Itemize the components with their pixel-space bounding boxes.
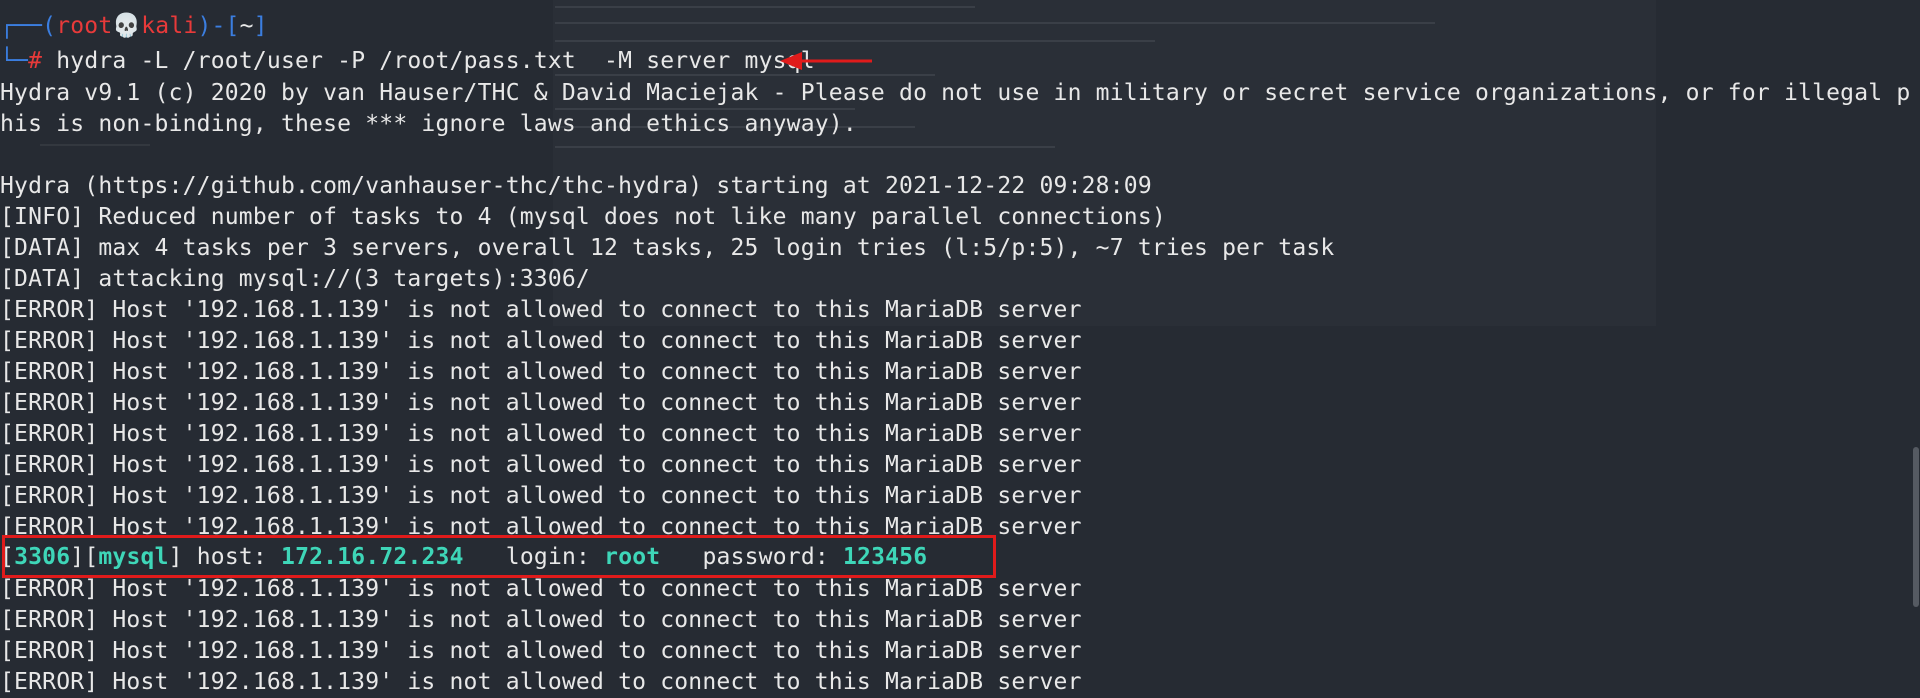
prompt-line-top: ┌──(root💀kali)-[~] (0, 11, 268, 42)
error-line: [ERROR] Host '192.168.1.139' is not allo… (0, 328, 1082, 354)
error-line: [ERROR] Host '192.168.1.139' is not allo… (0, 359, 1082, 385)
error-line: [ERROR] Host '192.168.1.139' is not allo… (0, 421, 1082, 447)
prompt-frame: ] (253, 13, 268, 39)
error-line: [ERROR] Host '192.168.1.139' is not allo… (0, 297, 1082, 323)
error-line: [ERROR] Host '192.168.1.139' is not allo… (0, 514, 1082, 536)
ghost-text-line (555, 146, 1055, 148)
error-line: [ERROR] Host '192.168.1.139' is not allo… (0, 483, 1082, 509)
banner-line: Hydra v9.1 (c) 2020 by van Hauser/THC & … (0, 80, 1920, 106)
start-line: Hydra (https://github.com/vanhauser-thc/… (0, 173, 1152, 199)
error-line: [ERROR] Host '192.168.1.139' is not allo… (0, 638, 1082, 664)
prompt-frame: └─ (0, 48, 29, 74)
info-line: [INFO] Reduced number of tasks to 4 (mys… (0, 204, 1166, 230)
data-line: [DATA] attacking mysql://(3 targets):330… (0, 266, 590, 292)
prompt-dir: ~ (239, 13, 254, 39)
terminal-window[interactable]: ┌──(root💀kali)-[~] └─# hydra -L /root/us… (0, 0, 1920, 698)
annotation-arrow-icon (780, 52, 872, 70)
error-line: [ERROR] Host '192.168.1.139' is not allo… (0, 576, 1082, 602)
command-line[interactable]: └─# hydra -L /root/user -P /root/pass.tx… (0, 46, 815, 77)
scrollbar-thumb[interactable] (1913, 447, 1919, 607)
error-line: [ERROR] Host '192.168.1.139' is not allo… (0, 607, 1082, 633)
skull-icon: 💀 (112, 13, 142, 39)
error-line: [ERROR] Host '192.168.1.139' is not allo… (0, 669, 1082, 695)
banner-line: his is non-binding, these *** ignore law… (0, 111, 857, 137)
ghost-text-line (555, 22, 1435, 24)
result-highlight-box (2, 535, 996, 578)
data-line: [DATA] max 4 tasks per 3 servers, overal… (0, 235, 1335, 261)
prompt-frame: )-[ (197, 13, 240, 39)
error-line: [ERROR] Host '192.168.1.139' is not allo… (0, 452, 1082, 478)
ghost-text-line (40, 144, 150, 146)
prompt-host: kali (141, 13, 198, 39)
command-text: hydra -L /root/user -P /root/pass.txt -M… (42, 48, 815, 74)
ghost-text-line (555, 40, 1155, 42)
prompt-user: root (56, 13, 113, 39)
ghost-text-line (555, 6, 975, 8)
error-line: [ERROR] Host '192.168.1.139' is not allo… (0, 390, 1082, 416)
prompt-hash: # (28, 48, 43, 74)
prompt-frame: ┌──( (0, 13, 57, 39)
